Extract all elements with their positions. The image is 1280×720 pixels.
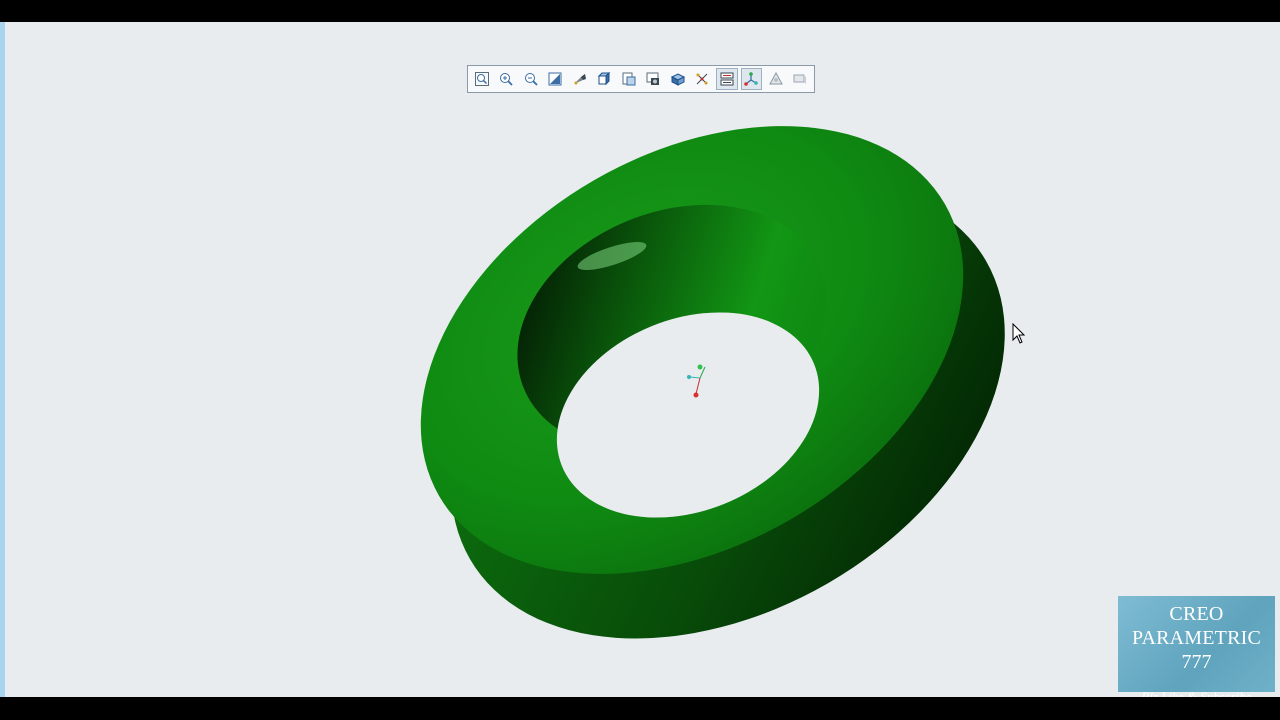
display-style-button[interactable] — [594, 68, 616, 90]
letterbox-bottom — [0, 697, 1280, 720]
annotation-display-button[interactable] — [716, 68, 738, 90]
repaint-icon — [548, 72, 562, 86]
zoom-out-icon — [524, 73, 538, 86]
flag-button[interactable] — [790, 68, 812, 90]
graphics-window[interactable]: CREO PARAMETRIC 777 Plz Like & Subscribe — [0, 22, 1280, 697]
perspective-button[interactable] — [569, 68, 591, 90]
refit-icon — [474, 72, 489, 86]
refit-button[interactable] — [471, 68, 493, 90]
datum-display-icon — [696, 73, 708, 85]
repaint-button[interactable] — [545, 68, 567, 90]
mouse-cursor-icon — [1012, 323, 1026, 344]
saved-orientations-icon — [622, 72, 636, 86]
flag-icon — [793, 74, 807, 84]
saved-orientations-button[interactable] — [618, 68, 640, 90]
simulation-icon — [769, 71, 783, 85]
watermark-title: CREO PARAMETRIC — [1131, 603, 1262, 649]
channel-watermark: CREO PARAMETRIC 777 Plz Like & Subscribe — [1118, 596, 1275, 697]
spin-center-button[interactable] — [740, 68, 763, 90]
zoom-out-button[interactable] — [520, 68, 542, 90]
annotation-display-icon — [720, 72, 734, 86]
spin-center-icon — [744, 72, 759, 86]
watermark-subtitle: Plz Like & Subscribe — [1141, 689, 1252, 697]
graphics-toolbar — [467, 65, 815, 93]
letterbox-top — [0, 0, 1280, 22]
section-button[interactable] — [667, 68, 689, 90]
watermark-number: 777 — [1181, 651, 1212, 673]
ring-model[interactable] — [0, 22, 1280, 697]
display-style-icon — [598, 71, 611, 86]
section-icon — [670, 73, 686, 86]
zoom-in-icon — [500, 73, 514, 86]
zoom-in-button[interactable] — [496, 68, 518, 90]
perspective-icon — [573, 74, 586, 85]
datum-display-button[interactable] — [692, 68, 714, 90]
view-manager-button[interactable] — [643, 68, 665, 90]
simulation-button[interactable] — [765, 68, 787, 90]
view-manager-icon — [646, 72, 660, 85]
